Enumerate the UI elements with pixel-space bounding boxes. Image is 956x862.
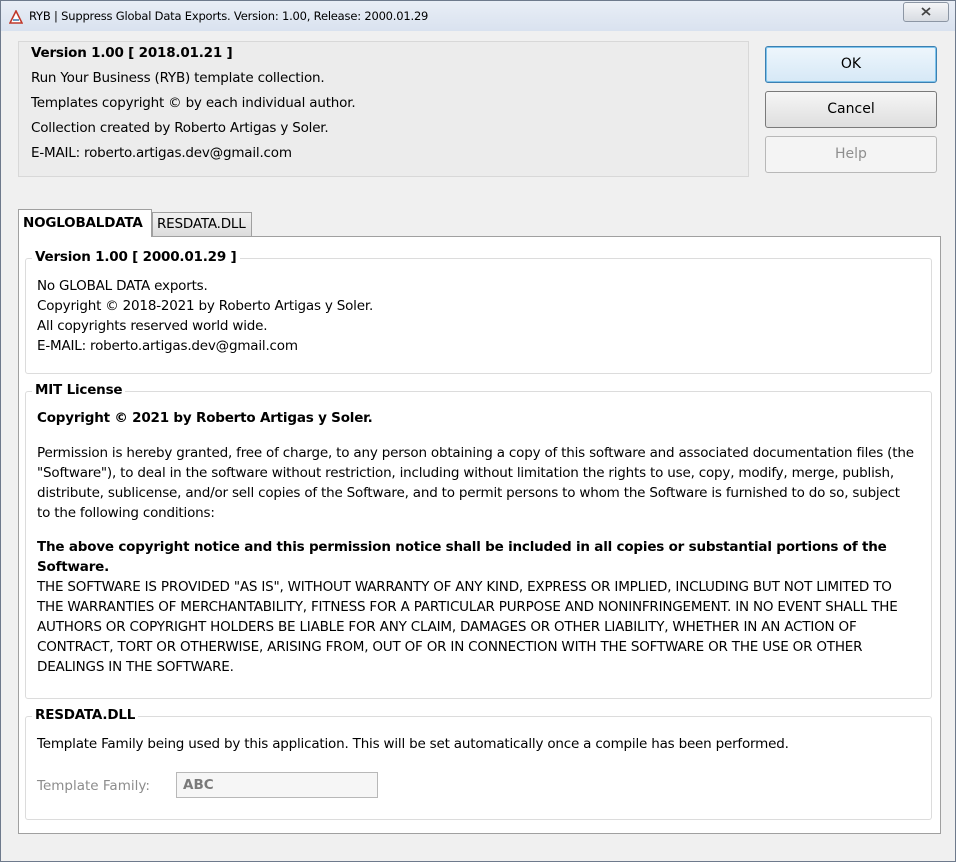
license-copyright: Copyright © 2021 by Roberto Artigas y So… (37, 410, 373, 426)
window-title: RYB | Suppress Global Data Exports. Vers… (29, 9, 429, 23)
version-line-3: All copyrights reserved world wide. (37, 318, 268, 334)
license-notice: The above copyright notice and this perm… (37, 539, 887, 575)
resdata-group: RESDATA.DLL Template Family being used b… (25, 707, 932, 820)
tab-panel-noglobaldata: Version 1.00 [ 2000.01.29 ] No GLOBAL DA… (18, 236, 941, 834)
help-button[interactable]: Help (765, 136, 937, 173)
collection-line-2: Templates copyright © by each individual… (31, 95, 356, 111)
resdata-group-title: RESDATA.DLL (32, 707, 139, 723)
close-icon (921, 7, 931, 16)
version-email: E-MAIL: roberto.artigas.dev@gmail.com (37, 338, 298, 354)
mit-license-group: MIT License Copyright © 2021 by Roberto … (25, 382, 932, 699)
resdata-description: Template Family being used by this appli… (37, 736, 789, 752)
collection-version: Version 1.00 [ 2018.01.21 ] (31, 45, 233, 61)
close-button[interactable] (903, 2, 949, 22)
template-family-field[interactable]: ABC (176, 772, 378, 798)
collection-line-1: Run Your Business (RYB) template collect… (31, 70, 325, 86)
template-family-label: Template Family: (37, 778, 150, 794)
license-group-title: MIT License (32, 382, 126, 398)
collection-line-3: Collection created by Roberto Artigas y … (31, 120, 329, 136)
version-line-1: No GLOBAL DATA exports. (37, 278, 208, 294)
title-bar[interactable]: RYB | Suppress Global Data Exports. Vers… (1, 1, 955, 31)
app-icon (8, 9, 24, 24)
version-line-2: Copyright © 2018-2021 by Roberto Artigas… (37, 298, 374, 314)
collection-info-panel: Version 1.00 [ 2018.01.21 ] Run Your Bus… (18, 41, 749, 177)
cancel-button[interactable]: Cancel (765, 91, 937, 128)
tab-noglobaldata[interactable]: NOGLOBALDATA (18, 209, 152, 237)
collection-email: E-MAIL: roberto.artigas.dev@gmail.com (31, 145, 292, 161)
tab-resdata-dll[interactable]: RESDATA.DLL (152, 212, 252, 236)
ok-button[interactable]: OK (765, 46, 937, 83)
license-disclaimer: THE SOFTWARE IS PROVIDED "AS IS", WITHOU… (37, 579, 898, 675)
dialog-window: RYB | Suppress Global Data Exports. Vers… (0, 0, 956, 862)
version-group: Version 1.00 [ 2000.01.29 ] No GLOBAL DA… (25, 249, 932, 374)
license-permission: Permission is hereby granted, free of ch… (37, 445, 914, 521)
version-group-title: Version 1.00 [ 2000.01.29 ] (32, 249, 240, 265)
